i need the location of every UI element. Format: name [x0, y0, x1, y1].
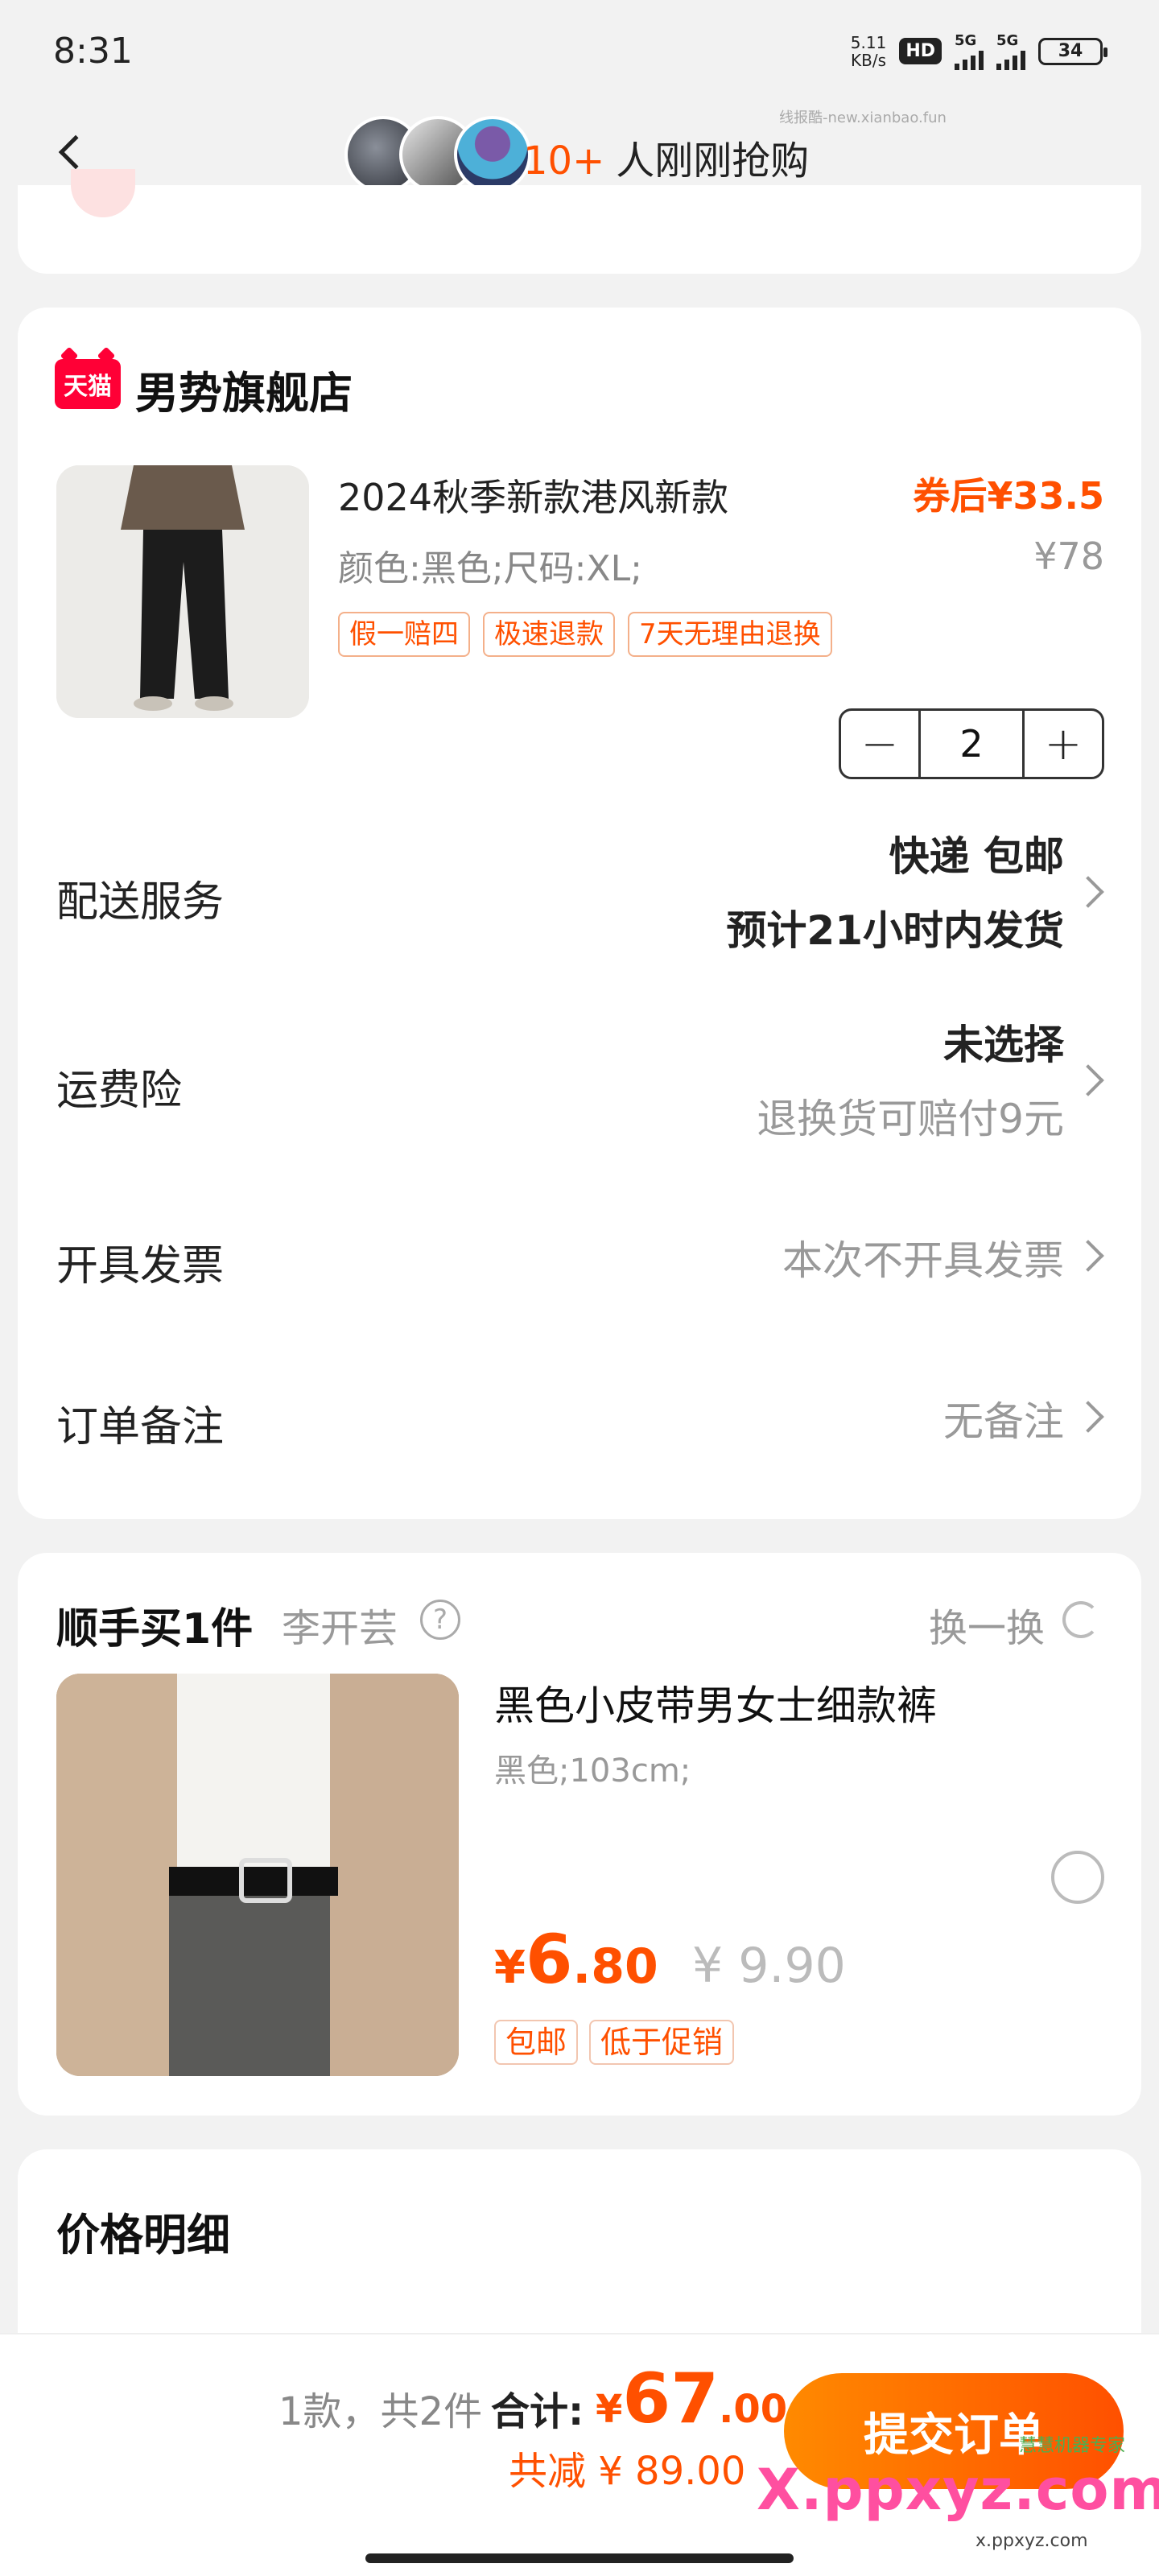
- watermark: 慧慧机器专家: [1019, 2436, 1126, 2456]
- signal-icon: 5G: [996, 32, 1025, 70]
- tag: 7天无理由退换: [628, 612, 832, 657]
- swap-button[interactable]: 换一换: [929, 1596, 1045, 1653]
- chevron-left-icon: [58, 134, 93, 170]
- tag: 包邮: [494, 2020, 579, 2065]
- hd-icon: HD: [899, 38, 942, 64]
- buyers-text: 人刚刚抢购: [616, 138, 810, 184]
- addon-original-price: ¥ 9.90: [692, 1938, 846, 1994]
- location-icon: [71, 169, 135, 217]
- status-icons: 5.11 KB/s HD 5G 5G 34: [850, 32, 1107, 70]
- watermark: x.ppxyz.com: [975, 2531, 1088, 2551]
- watermark: X.ppxyz.com: [757, 2457, 1159, 2523]
- buyer-avatars: [344, 116, 531, 193]
- order-note-row[interactable]: 订单备注 无备注: [18, 1368, 1141, 1465]
- addon-card: 顺手买1件 李开芸 ? 换一换 黑色小皮带男女士细款裤 黑色;103cm; ¥6…: [18, 1553, 1141, 2116]
- invoice-label: 开具发票: [56, 1242, 225, 1290]
- address-card: [18, 169, 1141, 274]
- chevron-right-icon: [1072, 876, 1104, 908]
- delivery-eta: 预计21小时内发货: [726, 907, 1064, 954]
- refresh-icon[interactable]: [1062, 1601, 1099, 1638]
- service-tags: 假一赔四 极速退款 7天无理由退换: [338, 612, 832, 657]
- addon-select-radio[interactable]: [1051, 1851, 1104, 1904]
- note-value: 无备注: [943, 1398, 1064, 1445]
- battery-icon: 34: [1038, 37, 1107, 65]
- addon-price: ¥6.80: [494, 1920, 658, 1999]
- chevron-right-icon: [1072, 1401, 1104, 1433]
- product-title[interactable]: 2024秋季新款港风新款: [338, 469, 728, 522]
- product-image[interactable]: [56, 465, 309, 718]
- delivery-label: 配送服务: [56, 878, 225, 927]
- quantity-value[interactable]: 2: [918, 711, 1025, 777]
- discount-total: 共减 ¥ 89.00: [509, 2449, 746, 2494]
- help-icon[interactable]: ?: [420, 1600, 460, 1640]
- product-spec[interactable]: 颜色:黑色;尺码:XL;: [338, 539, 642, 591]
- status-bar: 8:31 5.11 KB/s HD 5G 5G 34: [0, 0, 1159, 105]
- insurance-status: 未选择: [943, 1022, 1064, 1068]
- coupon-price: 券后¥33.5: [913, 474, 1104, 518]
- delivery-row[interactable]: 配送服务 快递 包邮 预计21小时内发货: [18, 813, 1141, 974]
- quantity-stepper: − 2 +: [839, 708, 1104, 779]
- watermark: 线报酷-new.xianbao.fun: [779, 109, 947, 126]
- invoice-row[interactable]: 开具发票 本次不开具发票: [18, 1208, 1141, 1304]
- buyers-count: 10+: [523, 138, 605, 184]
- avatar: [454, 116, 531, 193]
- addon-title: 顺手买1件: [56, 1605, 254, 1653]
- original-price: ¥78: [1033, 535, 1104, 578]
- tag: 极速退款: [483, 612, 615, 657]
- total-price: ¥67.00: [596, 2359, 788, 2439]
- signal-icon: 5G: [955, 32, 984, 70]
- home-indicator[interactable]: [365, 2553, 794, 2563]
- tmall-logo: 天猫: [55, 359, 121, 409]
- note-label: 订单备注: [56, 1403, 225, 1451]
- chevron-right-icon: [1072, 1240, 1104, 1272]
- tag: 假一赔四: [338, 612, 470, 657]
- chevron-right-icon: [1072, 1064, 1104, 1096]
- insurance-label: 运费险: [56, 1067, 183, 1115]
- insurance-row[interactable]: 运费险 未选择 退换货可赔付9元: [18, 1001, 1141, 1162]
- addon-tags: 包邮 低于促销: [494, 2020, 735, 2065]
- clock: 8:31: [53, 31, 133, 72]
- checkout-bar: 1款，共2件 合计: ¥67.00 共减 ¥ 89.00 提交订单 慧慧机器专家…: [0, 2333, 1159, 2576]
- network-speed: 5.11 KB/s: [850, 32, 887, 70]
- decrement-button[interactable]: −: [841, 711, 918, 777]
- addon-spec: 黑色;103cm;: [494, 1752, 691, 1790]
- invoice-value: 本次不开具发票: [782, 1237, 1064, 1284]
- shop-card: 天猫 男势旗舰店 2024秋季新款港风新款 颜色:黑色;尺码:XL; 券后¥33…: [18, 308, 1141, 1519]
- shop-name[interactable]: 男势旗舰店: [135, 357, 353, 421]
- insurance-desc: 退换货可赔付9元: [757, 1096, 1064, 1142]
- delivery-method: 快递 包邮: [889, 833, 1064, 880]
- addon-image[interactable]: [56, 1674, 459, 2076]
- addon-recommender: 李开芸: [282, 1606, 398, 1651]
- tag: 低于促销: [589, 2020, 735, 2065]
- addon-name[interactable]: 黑色小皮带男女士细款裤: [494, 1674, 937, 1732]
- increment-button[interactable]: +: [1025, 711, 1102, 777]
- price-detail-title: 价格明细: [56, 2210, 230, 2260]
- item-count: 1款，共2件: [278, 2389, 483, 2434]
- total-label: 合计:: [491, 2389, 584, 2434]
- recent-buyers: 10+ 人刚刚抢购: [523, 129, 809, 185]
